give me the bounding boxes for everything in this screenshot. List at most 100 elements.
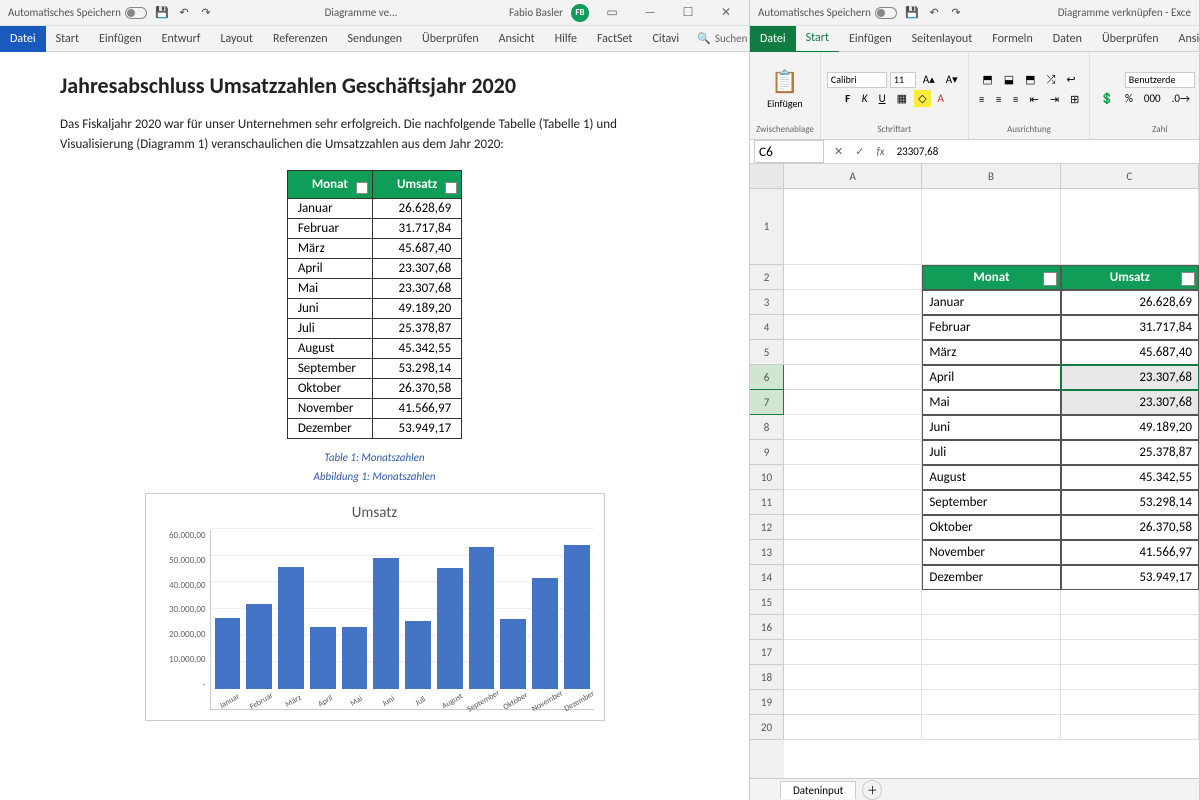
- row-header[interactable]: 17: [750, 640, 784, 665]
- cell-C10[interactable]: 45.342,55: [1061, 465, 1199, 490]
- currency-icon[interactable]: 💲: [1096, 90, 1118, 107]
- fill-color-icon[interactable]: ◇: [914, 90, 930, 107]
- ribbon-tab-überprüfen[interactable]: Überprüfen: [1092, 26, 1169, 52]
- ribbon-tab-datei[interactable]: Datei: [750, 26, 796, 52]
- cell-C11[interactable]: 53.298,14: [1061, 490, 1199, 515]
- align-middle-icon[interactable]: ⬓: [1000, 71, 1018, 88]
- chart-bar[interactable]: November: [532, 578, 558, 689]
- align-left-icon[interactable]: ≡: [975, 91, 989, 108]
- increase-decimal-icon[interactable]: .0→: [1168, 90, 1194, 107]
- paste-button[interactable]: 📋 Einfügen: [767, 68, 803, 110]
- cell-C9[interactable]: 25.378,87: [1061, 440, 1199, 465]
- align-bottom-icon[interactable]: ⬒: [1021, 71, 1039, 88]
- cancel-formula-icon[interactable]: ✕: [828, 145, 849, 158]
- cell-A5[interactable]: [784, 340, 922, 365]
- cell-A17[interactable]: [784, 640, 922, 665]
- add-sheet-button[interactable]: ＋: [862, 780, 882, 800]
- row-header[interactable]: 5: [750, 340, 784, 365]
- chart-bar[interactable]: März: [278, 567, 304, 689]
- ribbon-tab-überprüfen[interactable]: Überprüfen: [412, 26, 489, 52]
- row-header[interactable]: 10: [750, 465, 784, 490]
- cell-B7[interactable]: Mai: [922, 390, 1060, 415]
- undo-icon[interactable]: ↶: [927, 6, 941, 20]
- close-icon[interactable]: ✕: [711, 5, 741, 20]
- ribbon-tab-referenzen[interactable]: Referenzen: [263, 26, 338, 52]
- cell-A14[interactable]: [784, 565, 922, 590]
- cell-A16[interactable]: [784, 615, 922, 640]
- redo-icon[interactable]: ↷: [199, 6, 213, 20]
- ribbon-tab-formeln[interactable]: Formeln: [982, 26, 1042, 52]
- cell-C6[interactable]: 23.307,68: [1061, 365, 1199, 390]
- ribbon-tab-ansicht[interactable]: Ansicht: [1169, 26, 1200, 52]
- cell-A12[interactable]: [784, 515, 922, 540]
- cell-B9[interactable]: Juli: [922, 440, 1060, 465]
- ribbon-tab-einfügen[interactable]: Einfügen: [839, 26, 902, 52]
- row-header[interactable]: 3: [750, 290, 784, 315]
- cell-A13[interactable]: [784, 540, 922, 565]
- select-all-corner[interactable]: [750, 164, 784, 189]
- row-header[interactable]: 13: [750, 540, 784, 565]
- ribbon-tab-factset[interactable]: FactSet: [587, 26, 642, 52]
- row-header[interactable]: 19: [750, 690, 784, 715]
- cell-A2[interactable]: [784, 265, 922, 290]
- cell-A9[interactable]: [784, 440, 922, 465]
- increase-indent-icon[interactable]: ⇥: [1046, 91, 1063, 108]
- cell-C5[interactable]: 45.687,40: [1061, 340, 1199, 365]
- column-header[interactable]: C: [1061, 164, 1199, 189]
- filter-icon[interactable]: ▾: [356, 182, 368, 194]
- cell-B10[interactable]: August: [922, 465, 1060, 490]
- fx-icon[interactable]: fx: [870, 145, 890, 158]
- cell-A1[interactable]: [784, 189, 922, 265]
- row-header[interactable]: 16: [750, 615, 784, 640]
- cell-B17[interactable]: [922, 640, 1060, 665]
- ribbon-tab-start[interactable]: Start: [796, 25, 839, 53]
- cell-B11[interactable]: September: [922, 490, 1060, 515]
- ribbon-tab-datei[interactable]: Datei: [0, 26, 46, 52]
- font-name-select[interactable]: [827, 72, 887, 88]
- orientation-icon[interactable]: ⤮: [1043, 71, 1060, 89]
- column-header[interactable]: B: [922, 164, 1060, 189]
- cell-B5[interactable]: März: [922, 340, 1060, 365]
- cell-C17[interactable]: [1061, 640, 1199, 665]
- align-right-icon[interactable]: ≡: [1009, 91, 1023, 108]
- cell-B1[interactable]: [922, 189, 1060, 265]
- ribbon-tab-start[interactable]: Start: [46, 26, 89, 52]
- chart-bar[interactable]: Oktober: [500, 619, 526, 689]
- cell-C16[interactable]: [1061, 615, 1199, 640]
- maximize-icon[interactable]: ☐: [673, 5, 703, 20]
- percent-icon[interactable]: %: [1121, 90, 1137, 107]
- cell-B8[interactable]: Juni: [922, 415, 1060, 440]
- row-header[interactable]: 15: [750, 590, 784, 615]
- cell-C18[interactable]: [1061, 665, 1199, 690]
- cell-C14[interactable]: 53.949,17: [1061, 565, 1199, 590]
- search-box[interactable]: 🔍 Suchen: [689, 32, 755, 45]
- cell-A18[interactable]: [784, 665, 922, 690]
- chart-container[interactable]: Umsatz 60.000,0050.000,0040.000,0030.000…: [145, 493, 605, 721]
- ribbon-tab-entwurf[interactable]: Entwurf: [152, 26, 211, 52]
- cell-C20[interactable]: [1061, 715, 1199, 740]
- undo-icon[interactable]: ↶: [177, 6, 191, 20]
- ribbon-tab-hilfe[interactable]: Hilfe: [545, 26, 587, 52]
- ribbon-tab-citavi[interactable]: Citavi: [642, 26, 689, 52]
- redo-icon[interactable]: ↷: [949, 6, 963, 20]
- save-icon[interactable]: 💾: [155, 6, 169, 20]
- chart-bar[interactable]: August: [437, 568, 463, 689]
- row-header[interactable]: 2: [750, 265, 784, 290]
- filter-icon[interactable]: ▾: [1043, 272, 1057, 286]
- cell-B4[interactable]: Februar: [922, 315, 1060, 340]
- cell-C3[interactable]: 26.628,69: [1061, 290, 1199, 315]
- save-icon[interactable]: 💾: [905, 6, 919, 20]
- ribbon-tab-einfügen[interactable]: Einfügen: [89, 26, 152, 52]
- chart-bar[interactable]: Dezember: [564, 545, 590, 689]
- ribbon-tab-sendungen[interactable]: Sendungen: [338, 26, 413, 52]
- filter-icon[interactable]: ▾: [445, 182, 457, 194]
- bold-button[interactable]: F: [841, 90, 855, 107]
- cell-B19[interactable]: [922, 690, 1060, 715]
- name-box[interactable]: [754, 140, 824, 163]
- cell-B6[interactable]: April: [922, 365, 1060, 390]
- align-top-icon[interactable]: ⬒: [978, 71, 996, 88]
- row-header[interactable]: 12: [750, 515, 784, 540]
- cell-A20[interactable]: [784, 715, 922, 740]
- cell-C12[interactable]: 26.370,58: [1061, 515, 1199, 540]
- row-header[interactable]: 20: [750, 715, 784, 740]
